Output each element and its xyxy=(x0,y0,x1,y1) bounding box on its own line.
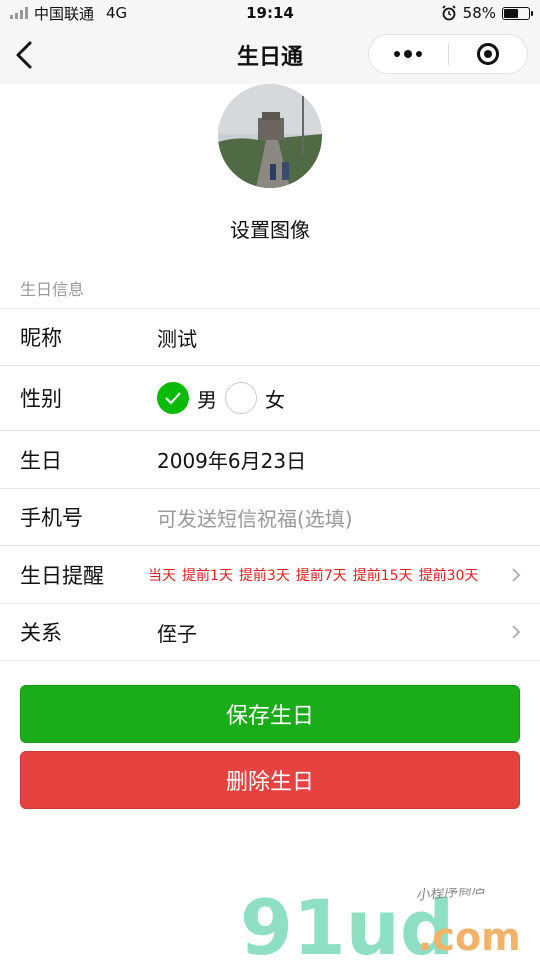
save-birthday-button[interactable]: 保存生日 xyxy=(20,685,520,743)
miniprogram-capsule xyxy=(368,34,528,74)
relation-picker[interactable]: 侄子 xyxy=(157,618,197,647)
relation-row[interactable]: 关系 侄子 xyxy=(0,604,540,660)
birthday-picker[interactable]: 2009年6月23日 xyxy=(157,445,306,474)
network-type: 4G xyxy=(106,4,128,22)
reminder-option: 提前3天 xyxy=(238,567,290,584)
set-avatar-label[interactable]: 设置图像 xyxy=(0,214,540,243)
female-label[interactable]: 女 xyxy=(265,384,285,413)
female-radio[interactable] xyxy=(225,382,257,414)
gender-row: 性别 男 女 xyxy=(0,366,540,430)
reminder-option: 提前1天 xyxy=(182,567,233,584)
avatar-photo xyxy=(218,84,322,188)
chevron-right-icon xyxy=(512,625,521,639)
male-label[interactable]: 男 xyxy=(197,384,217,413)
signal-icon xyxy=(10,7,28,19)
reminder-options[interactable]: 当天 提前1天 提前3天 提前7天 提前15天 提前30天 xyxy=(148,565,478,585)
delete-birthday-button[interactable]: 删除生日 xyxy=(20,751,520,809)
birthday-row[interactable]: 生日 2009年6月23日 xyxy=(0,431,540,488)
reminder-option: 提前30天 xyxy=(418,567,479,584)
reminder-label: 生日提醒 xyxy=(20,563,104,588)
phone-label: 手机号 xyxy=(20,506,83,530)
phone-input[interactable]: 可发送短信祝福(选填) xyxy=(157,503,353,532)
gender-label: 性别 xyxy=(20,387,62,411)
birthday-label: 生日 xyxy=(20,448,62,473)
battery-icon xyxy=(502,6,533,20)
nickname-label: 昵称 xyxy=(20,326,62,350)
nickname-input[interactable]: 测试 xyxy=(157,323,197,352)
close-miniprogram-button[interactable] xyxy=(449,35,528,73)
status-bar: 中国联通 4G 19:14 58% xyxy=(0,0,540,26)
chevron-right-icon xyxy=(512,567,521,582)
divider xyxy=(0,660,540,661)
reminder-row[interactable]: 生日提醒 当天 提前1天 提前3天 提前7天 提前15天 提前30天 xyxy=(0,546,540,603)
more-dots-icon xyxy=(394,49,423,58)
navigation-bar: 生日通 xyxy=(0,26,540,84)
reminder-option: 提前7天 xyxy=(295,567,347,584)
checkmark-icon xyxy=(165,392,181,405)
more-menu-button[interactable] xyxy=(369,35,448,73)
reminder-option: 提前15天 xyxy=(352,567,413,584)
watermark-domain: .com xyxy=(418,915,521,959)
section-title: 生日信息 xyxy=(20,280,85,299)
back-arrow-icon[interactable] xyxy=(10,38,40,72)
carrier: 中国联通 xyxy=(34,4,95,23)
relation-label: 关系 xyxy=(20,621,62,645)
phone-row: 手机号 可发送短信祝福(选填) xyxy=(0,489,540,545)
watermark-logo: 91ud 小程序商店 .com xyxy=(240,888,521,960)
battery-percent: 58% xyxy=(462,4,496,22)
male-radio[interactable] xyxy=(157,382,189,414)
alarm-icon xyxy=(442,5,456,21)
target-icon xyxy=(476,43,499,65)
avatar[interactable] xyxy=(218,84,322,188)
reminder-option: 当天 xyxy=(148,567,176,584)
nickname-row: 昵称 测试 xyxy=(0,309,540,365)
